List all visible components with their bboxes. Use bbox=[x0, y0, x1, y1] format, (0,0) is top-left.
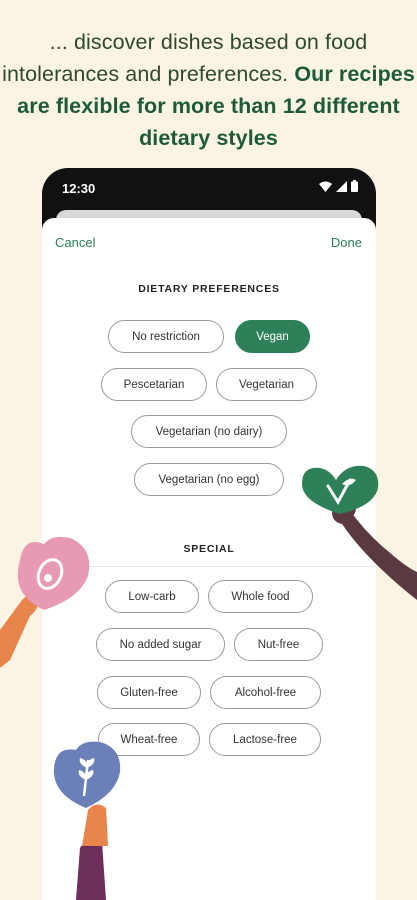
chip-no-added-sugar[interactable]: No added sugar bbox=[96, 628, 225, 661]
chip-lactose-free[interactable]: Lactose-free bbox=[209, 723, 321, 756]
chip-no-restriction[interactable]: No restriction bbox=[108, 320, 224, 353]
headline: ... discover dishes based on food intole… bbox=[0, 26, 417, 154]
chip-low-carb[interactable]: Low-carb bbox=[105, 580, 199, 613]
dietary-preferences-title: DIETARY PREFERENCES bbox=[138, 283, 280, 295]
chip-vegetarian-no-egg[interactable]: Vegetarian (no egg) bbox=[134, 463, 284, 496]
done-button[interactable]: Done bbox=[331, 235, 362, 250]
chip-vegetarian[interactable]: Vegetarian bbox=[216, 368, 317, 401]
chip-nut-free[interactable]: Nut-free bbox=[234, 628, 323, 661]
cancel-button[interactable]: Cancel bbox=[55, 235, 95, 250]
sheet-header: Cancel Done bbox=[42, 235, 376, 255]
chip-pescetarian[interactable]: Pescetarian bbox=[101, 368, 207, 401]
wheat-heart-icon bbox=[53, 741, 121, 900]
wifi-icon bbox=[319, 181, 332, 192]
status-icons bbox=[319, 180, 358, 192]
status-bar: 12:30 bbox=[42, 168, 376, 208]
chip-gluten-free[interactable]: Gluten-free bbox=[97, 676, 201, 709]
chip-vegan[interactable]: Vegan bbox=[235, 320, 310, 353]
status-time: 12:30 bbox=[62, 181, 96, 196]
chip-alcohol-free[interactable]: Alcohol-free bbox=[210, 676, 321, 709]
signal-icon bbox=[336, 180, 347, 192]
avocado-heart-icon bbox=[0, 536, 90, 668]
battery-icon bbox=[351, 180, 358, 192]
chip-vegetarian-no-dairy[interactable]: Vegetarian (no dairy) bbox=[131, 415, 287, 448]
leaf-heart-icon bbox=[302, 465, 417, 600]
